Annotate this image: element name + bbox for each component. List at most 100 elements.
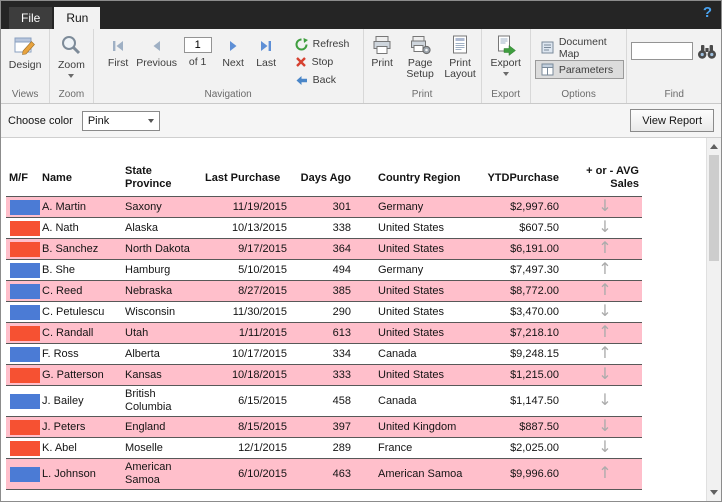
find-binoculars-icon[interactable] (697, 43, 717, 60)
design-button[interactable]: Design (7, 32, 44, 71)
cell-country: United States (378, 221, 445, 234)
cell-country: United Kingdom (378, 420, 457, 433)
tab-file[interactable]: File (9, 7, 53, 29)
ribbon-group-navigation: First Previous of 1 (94, 29, 364, 103)
back-label: Back (312, 74, 336, 86)
cell-trend: ↑ (568, 281, 642, 301)
parameters-icon (541, 63, 554, 76)
table-row: A. Martin Saxony 11/19/2015 301 Germany $2,99… (6, 197, 642, 218)
cell-state: Kansas (125, 368, 162, 381)
tab-run-label: Run (66, 11, 89, 25)
cell-country: Canada (378, 394, 417, 407)
print-icon (371, 34, 393, 56)
page-number-input[interactable] (183, 37, 212, 53)
print-layout-button[interactable]: Print Layout (442, 32, 479, 80)
stop-button[interactable]: Stop (291, 54, 354, 70)
cell-days: 333 (332, 368, 351, 381)
design-icon (13, 34, 37, 58)
export-button[interactable]: Export (489, 32, 523, 76)
gender-swatch (10, 241, 40, 257)
cell-mf (6, 261, 40, 280)
column-header-state: State Province (125, 165, 172, 190)
cell-name: J. Bailey (42, 394, 84, 407)
cell-last: 10/17/2015 (231, 347, 287, 360)
cell-state: Alaska (125, 221, 159, 234)
first-page-icon (110, 38, 126, 54)
table-row: J. Bailey British Columbia 6/15/2015 458 Can… (6, 386, 642, 417)
cell-mf (6, 219, 40, 238)
column-header-days: Days Ago (300, 171, 351, 184)
refresh-button[interactable]: Refresh (291, 36, 354, 52)
cell-name: C. Randall (42, 326, 94, 339)
cell-state: Hamburg (125, 263, 171, 276)
last-page-button[interactable]: Last (250, 32, 283, 69)
cell-trend: ↓ (568, 365, 642, 385)
parameters-label: Parameters (558, 63, 614, 76)
cell-trend: ↑ (568, 260, 642, 280)
scroll-up-button[interactable] (707, 139, 721, 154)
table-row: J. Peters England 8/15/2015 397 United Kingd… (6, 417, 642, 438)
cell-country: Germany (378, 200, 424, 213)
view-report-button[interactable]: View Report (630, 109, 714, 132)
cell-name: C. Reed (42, 284, 83, 297)
help-icon: ? (702, 4, 712, 21)
gender-swatch (10, 440, 40, 456)
ribbon: Design Views Zoom Zoom First Previous 1 … (1, 29, 721, 104)
document-map-label: Document Map (558, 35, 607, 60)
back-button[interactable]: Back (291, 72, 354, 88)
navigation-stack: Refresh Stop Back (291, 32, 354, 88)
cell-country: France (378, 441, 413, 454)
scroll-down-arrow-icon (710, 490, 718, 495)
gender-swatch (10, 220, 40, 236)
page-setup-button-label: Page Setup (406, 57, 434, 80)
parameters-toggle[interactable]: Parameters (534, 60, 625, 79)
cell-name: B. Sanchez (42, 242, 99, 255)
gender-swatch (10, 346, 40, 362)
gender-swatch (10, 262, 40, 278)
scrollbar-thumb[interactable] (709, 155, 719, 261)
help-button[interactable]: ? (703, 5, 712, 20)
page-setup-button[interactable]: Page Setup (402, 32, 439, 80)
cell-state: North Dakota (125, 242, 190, 255)
cell-days: 289 (332, 441, 351, 454)
down-arrow-icon: ↓ (598, 416, 612, 435)
cell-state: Moselle (125, 441, 163, 454)
previous-page-label: Previous (136, 57, 178, 69)
cell-mf (6, 282, 40, 301)
zoom-button[interactable]: Zoom (56, 32, 87, 78)
up-arrow-icon: ↑ (598, 280, 612, 299)
cell-state: Nebraska (125, 284, 173, 297)
cell-ytd: $2,025.00 (510, 441, 559, 454)
zoom-icon (59, 34, 83, 58)
cell-trend: ↓ (568, 391, 642, 411)
ribbon-group-find: Find (627, 29, 721, 103)
up-arrow-icon: ↑ (598, 463, 612, 482)
first-page-button[interactable]: First (102, 32, 135, 69)
tab-run[interactable]: Run (54, 7, 101, 29)
cell-days: 290 (332, 305, 351, 318)
parameters-bar: Choose color Pink View Report (1, 104, 721, 138)
cell-state: Alberta (125, 347, 160, 360)
scroll-down-button[interactable] (707, 485, 721, 500)
next-page-button[interactable]: Next (217, 32, 250, 69)
vertical-scrollbar[interactable] (706, 138, 721, 501)
cell-ytd: $7,218.10 (510, 326, 559, 339)
down-arrow-icon: ↓ (598, 364, 612, 383)
document-map-toggle[interactable]: Document Map (535, 35, 625, 60)
print-layout-icon (449, 34, 471, 56)
previous-page-button[interactable]: Previous (135, 32, 179, 69)
print-button[interactable]: Print (366, 32, 399, 69)
cell-country: United States (378, 284, 445, 297)
cell-ytd: $7,497.30 (510, 263, 559, 276)
table-row: K. Abel Moselle 12/1/2015 289 France $2,025.0… (6, 438, 642, 459)
cell-ytd: $607.50 (519, 221, 559, 234)
zoom-button-label: Zoom (58, 59, 85, 71)
gender-swatch (10, 199, 40, 215)
column-header-mf: M/F (9, 171, 28, 184)
color-select[interactable]: Pink (81, 110, 160, 131)
find-input[interactable] (631, 42, 694, 60)
cell-last: 10/13/2015 (231, 221, 287, 234)
up-arrow-icon: ↑ (598, 238, 612, 257)
cell-last: 8/15/2015 (238, 420, 287, 433)
cell-trend: ↓ (568, 302, 642, 322)
